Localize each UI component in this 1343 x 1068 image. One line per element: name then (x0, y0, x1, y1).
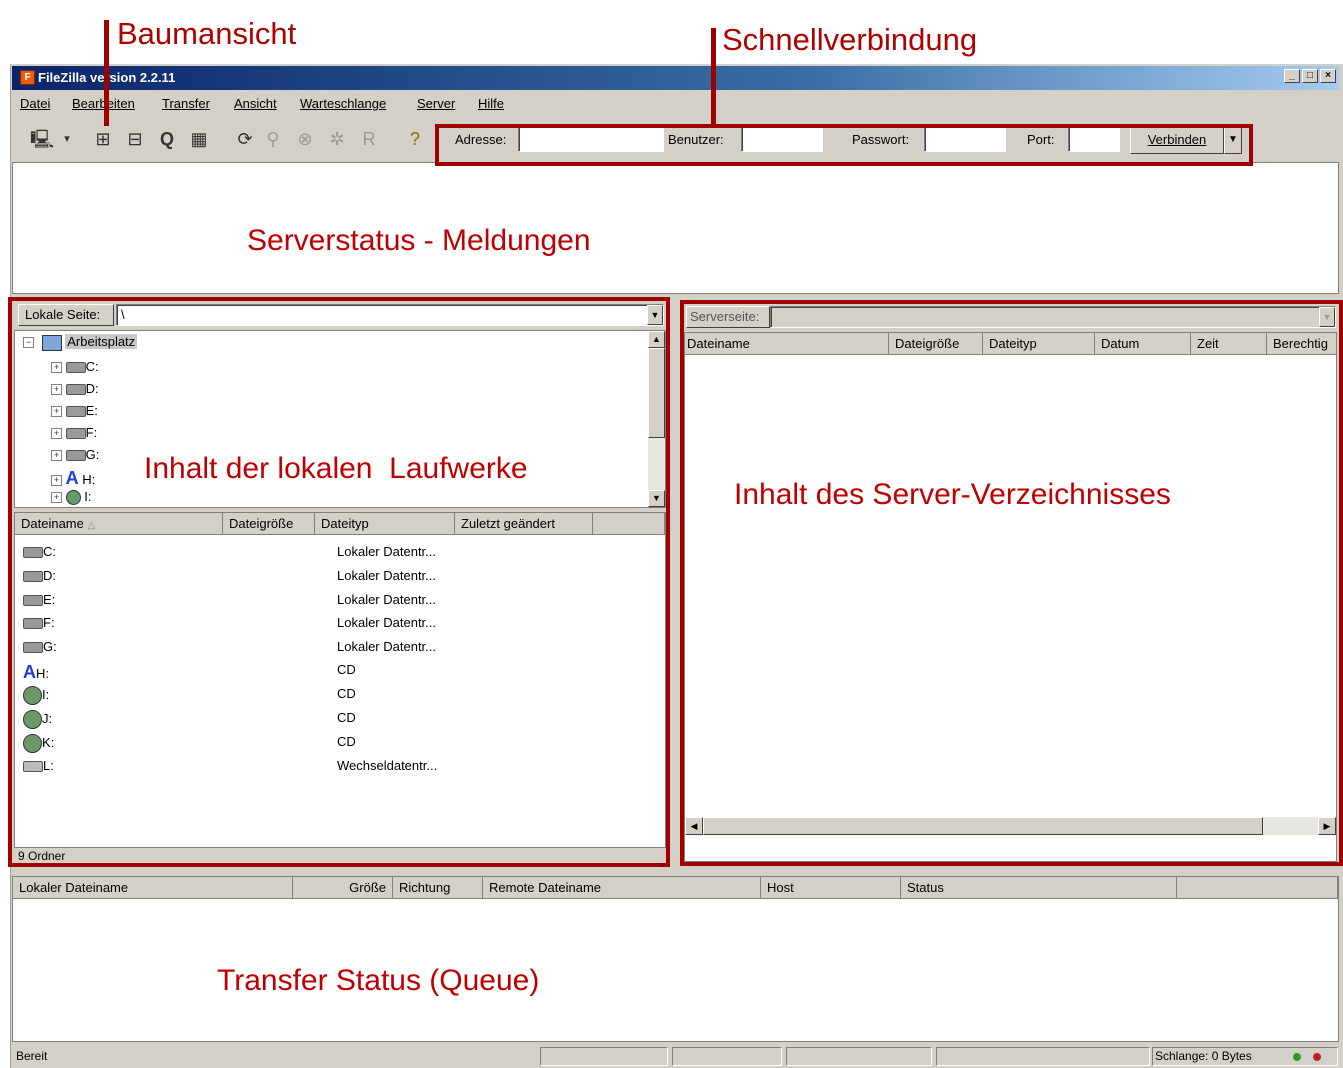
annotation-server-verzeichnis: Inhalt des Server-Verzeichnisses (734, 478, 1171, 511)
col-filler (1177, 877, 1338, 899)
quickconnect-highlight-frame (435, 124, 1253, 166)
menu-transfer[interactable]: Transfer (162, 96, 210, 111)
title-bar: F FileZilla version 2.2.11 _ □ × (12, 66, 1339, 90)
menu-ansicht[interactable]: Ansicht (234, 96, 277, 111)
menu-hilfe[interactable]: Hilfe (478, 96, 504, 111)
col-groesse[interactable]: Größe (293, 877, 393, 899)
menu-server[interactable]: Server (417, 96, 455, 111)
download-led-icon (1313, 1053, 1321, 1061)
status-text: Bereit (16, 1049, 48, 1063)
cancel-icon[interactable]: ⊗ (294, 128, 316, 150)
status-bar: Bereit Schlange: 0 Bytes (12, 1045, 1339, 1068)
log-toggle-icon[interactable]: ▦ (188, 128, 210, 150)
local-tree-toggle-icon[interactable]: ⊞ (92, 128, 114, 150)
col-host[interactable]: Host (761, 877, 901, 899)
queue-status-cell: Schlange: 0 Bytes (1152, 1047, 1338, 1066)
menu-datei[interactable]: Datei (20, 96, 50, 111)
queue-toggle-icon[interactable]: Q (156, 128, 178, 150)
annotation-lokale-laufwerke: Inhalt der lokalen Laufwerke (144, 452, 528, 485)
dropdown-arrow-icon[interactable]: ▾ (56, 128, 78, 150)
annotation-transfer-status: Transfer Status (Queue) (217, 964, 540, 997)
refresh-icon[interactable]: ⟳ (234, 128, 256, 150)
annotation-schnellverbindung: Schnellverbindung (722, 22, 978, 57)
status-cell (786, 1047, 932, 1066)
status-cell (936, 1047, 1150, 1066)
disconnect-icon[interactable]: ✲ (326, 128, 348, 150)
col-lokaler-dateiname[interactable]: Lokaler Dateiname (13, 877, 293, 899)
process-queue-icon[interactable]: ⚲ (262, 128, 284, 150)
status-cell (672, 1047, 782, 1066)
filezilla-app-icon: F (20, 70, 35, 85)
message-log[interactable] (12, 162, 1339, 294)
col-remote-dateiname[interactable]: Remote Dateiname (483, 877, 761, 899)
close-button[interactable]: × (1320, 69, 1336, 83)
transfer-queue[interactable]: Lokaler Dateiname Größe Richtung Remote … (12, 876, 1339, 1042)
quickconnect-pointer (711, 28, 716, 124)
help-icon[interactable]: ? (404, 128, 426, 150)
menu-bar: Datei Bearbeiten Transfer Ansicht Wartes… (12, 93, 1339, 115)
remote-panel-highlight-frame (680, 300, 1343, 866)
tree-view-pointer (104, 20, 109, 126)
queue-size-text: Schlange: 0 Bytes (1155, 1049, 1252, 1063)
annotation-serverstatus: Serverstatus - Meldungen (247, 224, 591, 257)
upload-led-icon (1293, 1053, 1301, 1061)
menu-warteschlange[interactable]: Warteschlange (300, 96, 386, 111)
annotation-baumansicht: Baumansicht (117, 16, 297, 51)
col-richtung[interactable]: Richtung (393, 877, 483, 899)
minimize-button[interactable]: _ (1284, 69, 1300, 83)
site-manager-icon[interactable]: 🖳 (30, 128, 54, 150)
local-panel-highlight-frame (8, 297, 670, 867)
reconnect-icon[interactable]: R (358, 128, 380, 150)
col-status[interactable]: Status (901, 877, 1177, 899)
maximize-button[interactable]: □ (1302, 69, 1318, 83)
status-cell (540, 1047, 668, 1066)
remote-tree-toggle-icon[interactable]: ⊟ (124, 128, 146, 150)
